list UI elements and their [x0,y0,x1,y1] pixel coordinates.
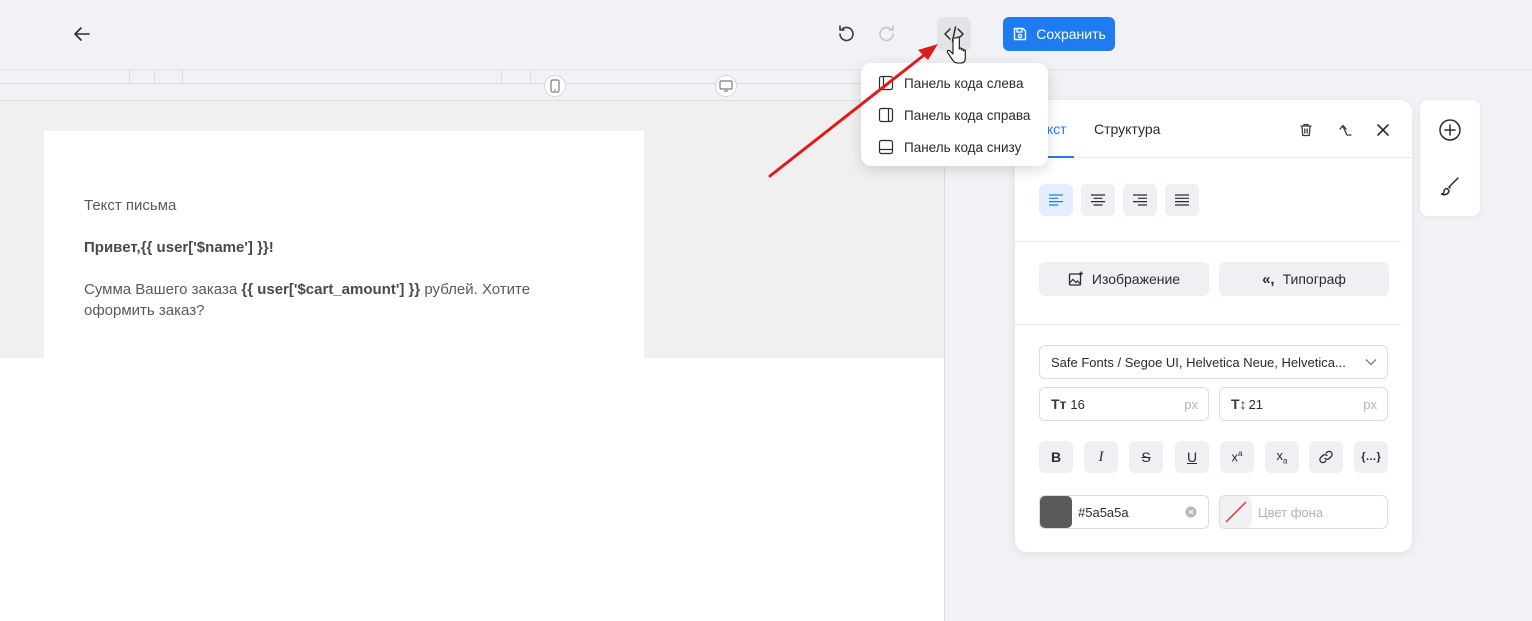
link-icon[interactable] [1309,441,1343,473]
ruler-tick [154,70,155,84]
clear-icon[interactable] [1185,506,1197,518]
letter-heading: Текст письма [84,197,177,214]
font-size-value: 16 [1070,396,1085,412]
line-height-icon: T↕ [1231,396,1247,412]
align-center-icon[interactable] [1081,184,1115,216]
panel-tabs: екст Структура [1015,100,1412,158]
line-height-unit: px [1363,396,1377,412]
font-size-icon: Tт [1051,396,1067,412]
bold-icon[interactable]: B [1039,441,1073,473]
ruler-tick [501,70,502,84]
background-color-field[interactable]: Цвет фона [1219,495,1388,529]
font-size-field[interactable]: Tт 16 px [1039,387,1209,421]
select-parent-icon[interactable] [1334,119,1356,141]
email-canvas: Текст письма Привет,{{ user['$name'] }}!… [0,101,944,358]
align-justify-icon[interactable] [1165,184,1199,216]
text-color-swatch[interactable] [1040,496,1072,528]
ruler-strip [0,70,944,84]
ruler-tick [129,70,130,84]
typograph-button[interactable]: «, Типограф [1219,262,1389,296]
desktop-breakpoint-icon[interactable] [715,75,737,97]
menu-item-label: Панель кода справа [904,107,1031,123]
superscript-icon[interactable]: xa [1220,441,1254,473]
top-toolbar: Сохранить [0,0,1532,70]
line-height-field[interactable]: T↕ 21 px [1219,387,1388,421]
trash-icon[interactable] [1295,119,1317,141]
divider [1015,241,1401,242]
align-left-icon[interactable] [1039,184,1073,216]
variable-braces-icon[interactable]: {…} [1354,441,1388,473]
panel-right-icon [878,107,894,123]
image-button[interactable]: Изображение [1039,262,1209,296]
close-icon[interactable] [1372,119,1394,141]
subscript-icon[interactable]: xa [1265,441,1299,473]
font-size-unit: px [1184,396,1198,412]
text-color-field[interactable]: #5a5a5a [1039,495,1209,529]
italic-icon[interactable]: I [1084,441,1118,473]
letter-body-start: Сумма Вашего заказа [84,281,242,298]
divider [1015,324,1401,325]
no-color-swatch[interactable] [1220,496,1252,528]
save-button[interactable]: Сохранить [1003,17,1115,51]
save-button-label: Сохранить [1036,26,1106,42]
ruler-tick [182,70,183,84]
image-button-label: Изображение [1091,271,1181,287]
letter-greeting: Привет,{{ user['$name'] }}! [84,239,274,256]
letter-body-variable: {{ user['$cart_amount'] }} [241,281,421,298]
letter-body: Сумма Вашего заказа {{ user['$cart_amoun… [84,279,604,321]
plus-circle-icon[interactable] [1438,118,1462,142]
ruler [0,70,944,101]
email-text-block[interactable]: Текст письма Привет,{{ user['$name'] }}!… [44,131,644,358]
typograph-button-label: Типограф [1282,271,1346,287]
image-icon [1068,271,1083,286]
redo-icon[interactable] [873,20,901,48]
arrow-left-icon[interactable] [68,20,96,48]
menu-item-label: Панель кода слева [904,75,1024,91]
side-toolbar [1420,100,1480,216]
font-family-value: Safe Fonts / Segoe UI, Helvetica Neue, H… [1051,354,1346,370]
tab-structure[interactable]: Структура [1094,121,1160,137]
strikethrough-icon[interactable]: S [1129,441,1163,473]
quotes-icon: «, [1262,270,1275,288]
panel-left-icon [878,75,894,91]
brush-icon[interactable] [1438,174,1462,198]
line-height-value: 21 [1248,396,1264,412]
font-family-select[interactable]: Safe Fonts / Segoe UI, Helvetica Neue, H… [1039,345,1388,379]
floppy-disk-icon [1014,27,1027,41]
align-right-icon[interactable] [1123,184,1157,216]
menu-item-code-left[interactable]: Панель кода слева [861,67,1048,99]
menu-item-code-right[interactable]: Панель кода справа [861,99,1048,131]
text-settings-panel: екст Структура Изображение «, Типограф S… [1015,100,1412,552]
background-color-placeholder: Цвет фона [1258,504,1324,520]
code-icon[interactable] [937,17,971,51]
text-color-value: #5a5a5a [1078,504,1129,520]
code-panel-menu: Панель кода слева Панель кода справа Пан… [861,63,1048,166]
menu-item-label: Панель кода снизу [904,139,1022,155]
ruler-tick [530,70,531,84]
mobile-breakpoint-icon[interactable] [544,75,566,97]
chevron-down-icon [1365,359,1377,366]
panel-bottom-icon [878,139,894,155]
undo-icon[interactable] [832,20,860,48]
underline-icon[interactable]: U [1175,441,1209,473]
menu-item-code-bottom[interactable]: Панель кода снизу [861,131,1048,163]
